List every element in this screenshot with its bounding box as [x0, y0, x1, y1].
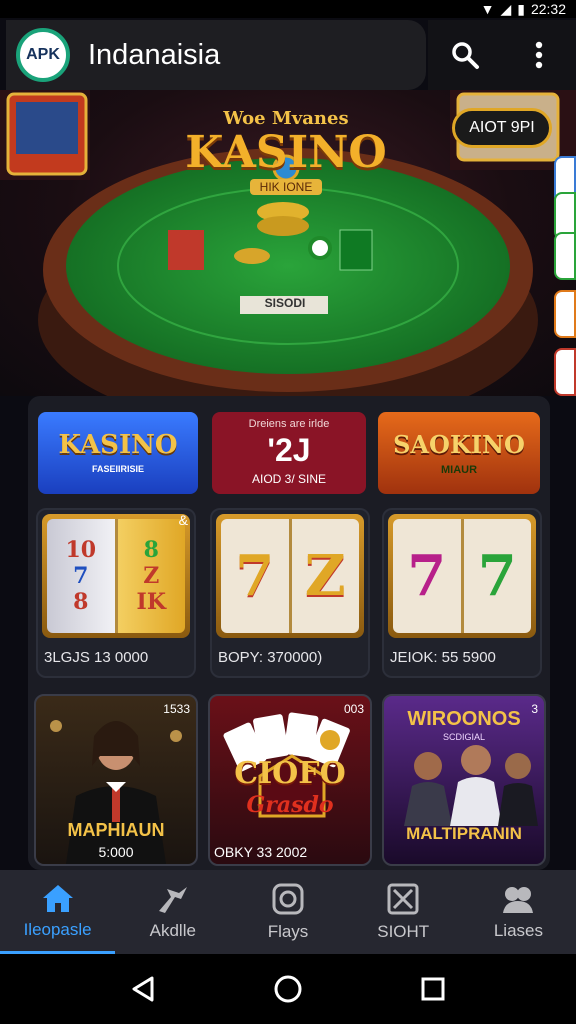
slot-card-1[interactable]: 10 7 8 8 Z IK & 3LGJS 13 0000: [36, 508, 196, 678]
search-button[interactable]: [443, 33, 487, 77]
slot-caption: JEIOK: 55 5900: [390, 649, 496, 666]
search-icon: [452, 42, 479, 69]
banner-jackpot-bottom: AIOD 3/ SINE: [251, 472, 327, 486]
system-nav-bar: [0, 954, 576, 1024]
wifi-icon: ▼: [480, 1, 495, 17]
nav-label: Flays: [267, 922, 309, 941]
game-corner-mark: 1533: [163, 702, 190, 716]
game-subtitle: SCDIGIAL: [442, 732, 485, 742]
slot-reels-frame: 10 7 8 8 Z IK: [42, 514, 190, 638]
casino-logo: Woe Mvanes KASINO HIK IONE: [176, 108, 396, 208]
game-title: CIOFO: [234, 756, 346, 791]
game-footer: 5:000: [98, 844, 134, 860]
status-time: 22:32: [530, 1, 566, 17]
game-corner-mark: 003: [343, 702, 364, 716]
reel-symbol: Z: [143, 563, 160, 589]
home-icon: [42, 884, 73, 912]
people-icon: [503, 887, 534, 913]
nav-label: Liases: [493, 921, 543, 940]
reel-symbol: Z: [304, 543, 346, 609]
side-chip-green-2[interactable]: [554, 232, 576, 280]
banner-kasino[interactable]: KASINO FASEIIRISIE: [38, 412, 198, 494]
banner-kasino-title: KASINO: [58, 430, 178, 460]
reel-symbol: 7: [73, 563, 89, 589]
banner-jackpot-big: '2J: [267, 432, 311, 468]
banner-saokino-subtitle: MIAUR: [440, 464, 478, 476]
slot-reels-frame: 7 Z: [216, 514, 364, 638]
nav-item-akdlle[interactable]: Akdlle: [115, 870, 230, 954]
reel-symbol: 7: [235, 543, 275, 609]
reel: 7: [393, 519, 464, 633]
hero-banner[interactable]: Woe Mvanes KASINO HIK IONE SISODI AIOT 9…: [0, 90, 576, 396]
nav-item-liases[interactable]: Liases: [461, 870, 576, 954]
game-footer: OBKY 33 2002: [214, 844, 308, 860]
slot-card-3[interactable]: 7 7 JEIOK: 55 5900: [382, 508, 542, 678]
banner-saokino-title: SAOKINO: [393, 430, 525, 459]
banner-kasino-subtitle: FASEIIRISIE: [91, 464, 144, 474]
side-chip-orange[interactable]: [554, 290, 576, 338]
slots-icon: [158, 887, 187, 913]
nav-item-sioht[interactable]: SIOHT: [346, 870, 461, 954]
more-vert-icon: [535, 41, 543, 69]
back-icon[interactable]: [128, 974, 158, 1004]
box-icon: [387, 883, 419, 915]
signal-icon: ◢: [500, 0, 512, 17]
game-title: WIROONOS: [407, 708, 521, 730]
nav-label: Ileopasle: [23, 919, 92, 939]
game-card-ciofo[interactable]: 003 CIOFO Grasdo OBKY 33 2002: [208, 694, 372, 866]
app-logo[interactable]: APK: [16, 28, 70, 82]
slot-reels: 7 Z: [221, 519, 359, 633]
reel-symbol: IK: [136, 589, 166, 615]
slot-reels: 7 7: [393, 519, 531, 633]
game-title: MAPHIAUN: [67, 820, 165, 840]
game-card-wiroonos[interactable]: 3 WIROONOS SCDIGIAL MALTIPRANIN: [382, 694, 546, 866]
game-subtitle: Grasdo: [246, 792, 334, 818]
chip-icon: [272, 883, 304, 915]
casino-logo-sub: HIK IONE: [249, 179, 323, 195]
casino-logo-main: KASINO: [185, 127, 387, 178]
slot-caption: 3LGJS 13 0000: [44, 649, 149, 666]
reel: 7: [464, 519, 532, 633]
slot-caption: BOPY: 370000): [218, 649, 323, 666]
game-card-maphiaun[interactable]: 1533 MAPHIAUN 5:000: [34, 694, 198, 866]
nav-item-flays[interactable]: Flays: [230, 870, 345, 954]
side-chip-red[interactable]: [554, 348, 576, 396]
app-bar: APK Indanaisia: [6, 20, 426, 90]
reel-symbol: 10: [65, 537, 97, 563]
app-bar-actions: [428, 20, 576, 90]
more-options-button[interactable]: [517, 33, 561, 77]
game-grid: KASINO FASEIIRISIE Dreiens are irlde '2J…: [28, 396, 550, 870]
reel-symbol: 8: [143, 537, 159, 563]
battery-icon: ▮: [517, 0, 525, 17]
reel: 10 7 8: [47, 519, 118, 633]
slot-reels-frame: 7 7: [388, 514, 536, 638]
reel: Z: [292, 519, 360, 633]
table-label: SISODI: [264, 296, 306, 310]
reel-symbol: 7: [407, 543, 447, 609]
reel-symbol: 8: [73, 589, 89, 615]
reel: 7: [221, 519, 292, 633]
nav-label: SIOHT: [377, 922, 430, 941]
app-title: Indanaisia: [88, 38, 221, 71]
promo-badge[interactable]: AIOT 9PI: [452, 108, 552, 148]
status-bar: ▼ ◢ ▮ 22:32: [0, 0, 576, 18]
banner-saokino[interactable]: SAOKINO MIAUR: [378, 412, 540, 494]
slot-corner-mark: &: [178, 512, 188, 528]
reel: 8 Z IK: [118, 519, 186, 633]
slot-card-2[interactable]: 7 Z BOPY: 370000): [210, 508, 370, 678]
casino-logo-top: Woe Mvanes: [223, 108, 349, 129]
nav-label: Akdlle: [149, 921, 196, 940]
slot-reels: 10 7 8 8 Z IK: [47, 519, 185, 633]
banner-jackpot[interactable]: Dreiens are irlde '2J AIOD 3/ SINE: [212, 412, 366, 494]
recents-icon[interactable]: [418, 974, 448, 1004]
home-circle-icon[interactable]: [273, 974, 303, 1004]
banner-jackpot-top: Dreiens are irlde: [248, 418, 330, 430]
nav-item-home[interactable]: Ileopasle: [0, 870, 116, 954]
bottom-nav: Ileopasle Akdlle Flays SIOHT Liases: [0, 870, 576, 954]
game-footer: MALTIPRANIN: [406, 824, 522, 843]
app-logo-text: APK: [26, 46, 60, 63]
reel-symbol: 7: [477, 543, 517, 609]
